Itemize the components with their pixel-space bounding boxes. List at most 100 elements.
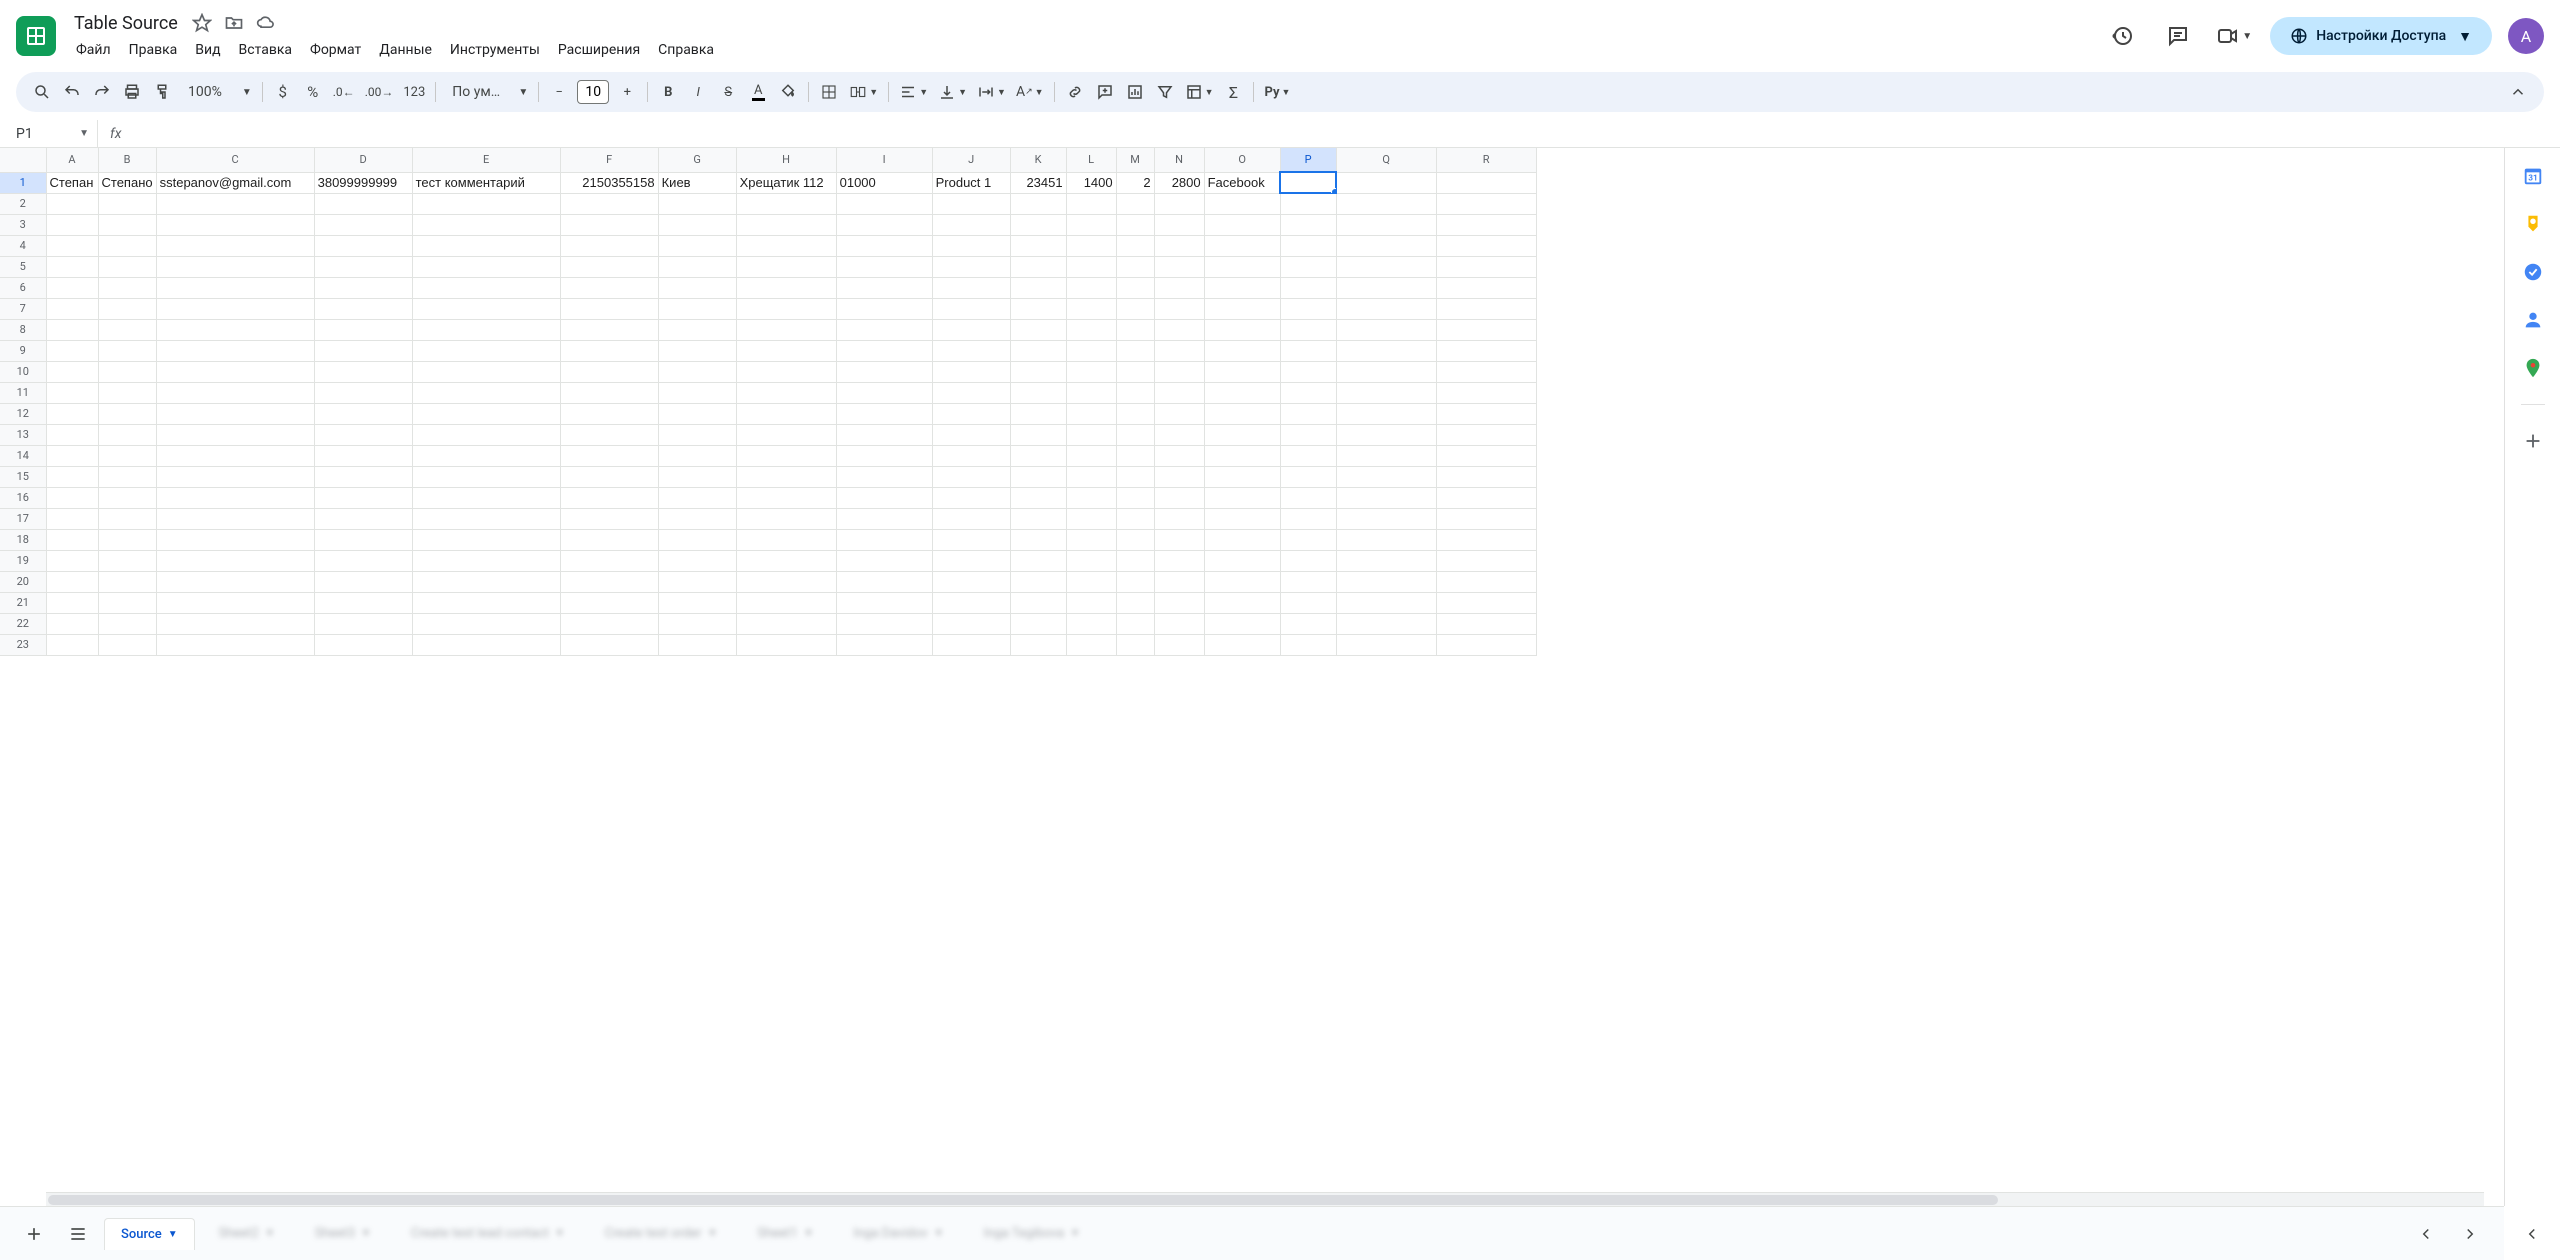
cell-F21[interactable] [560,592,658,613]
name-box[interactable]: P1 ▼ [8,120,98,147]
cell-J10[interactable] [932,361,1010,382]
cell-M5[interactable] [1116,256,1154,277]
cell-D10[interactable] [314,361,412,382]
cell-C12[interactable] [156,403,314,424]
cell-D7[interactable] [314,298,412,319]
currency-button[interactable]: $ [269,78,297,106]
col-header-R[interactable]: R [1436,148,1536,172]
cell-Q16[interactable] [1336,487,1436,508]
cell-Q18[interactable] [1336,529,1436,550]
filter-button[interactable] [1151,78,1179,106]
cell-R7[interactable] [1436,298,1536,319]
cell-P23[interactable] [1280,634,1336,655]
cell-K7[interactable] [1010,298,1066,319]
cell-O14[interactable] [1204,445,1280,466]
cell-N1[interactable]: 2800 [1154,172,1204,193]
cell-P7[interactable] [1280,298,1336,319]
cell-I20[interactable] [836,571,932,592]
sheet-tab[interactable]: Create test order▼ [589,1218,734,1249]
cell-F4[interactable] [560,235,658,256]
cell-A6[interactable] [46,277,98,298]
cell-A2[interactable] [46,193,98,214]
share-button[interactable]: Настройки Доступа ▼ [2270,17,2492,55]
cell-P8[interactable] [1280,319,1336,340]
cell-Q15[interactable] [1336,466,1436,487]
cell-L9[interactable] [1066,340,1116,361]
cell-O18[interactable] [1204,529,1280,550]
cell-I2[interactable] [836,193,932,214]
cell-K15[interactable] [1010,466,1066,487]
row-header-9[interactable]: 9 [0,340,46,361]
cell-M10[interactable] [1116,361,1154,382]
cell-F12[interactable] [560,403,658,424]
cell-B17[interactable] [98,508,156,529]
wrap-button[interactable]: ▼ [973,78,1010,106]
cell-A1[interactable]: Степан [46,172,98,193]
cell-I10[interactable] [836,361,932,382]
cell-N17[interactable] [1154,508,1204,529]
cell-R22[interactable] [1436,613,1536,634]
italic-button[interactable]: I [684,78,712,106]
cell-Q6[interactable] [1336,277,1436,298]
cell-K16[interactable] [1010,487,1066,508]
cell-A16[interactable] [46,487,98,508]
cell-L11[interactable] [1066,382,1116,403]
cell-K3[interactable] [1010,214,1066,235]
cell-Q20[interactable] [1336,571,1436,592]
cell-I17[interactable] [836,508,932,529]
cell-E1[interactable]: тест комментарий [412,172,560,193]
cell-R1[interactable] [1436,172,1536,193]
cell-G4[interactable] [658,235,736,256]
cell-M15[interactable] [1116,466,1154,487]
cell-G16[interactable] [658,487,736,508]
menu-help[interactable]: Справка [650,38,722,62]
cell-O3[interactable] [1204,214,1280,235]
cell-J23[interactable] [932,634,1010,655]
cell-N18[interactable] [1154,529,1204,550]
cell-M16[interactable] [1116,487,1154,508]
cell-A10[interactable] [46,361,98,382]
col-header-P[interactable]: P [1280,148,1336,172]
cell-G18[interactable] [658,529,736,550]
cell-N6[interactable] [1154,277,1204,298]
cell-N14[interactable] [1154,445,1204,466]
cell-O15[interactable] [1204,466,1280,487]
cell-I13[interactable] [836,424,932,445]
cell-N21[interactable] [1154,592,1204,613]
filter-views-button[interactable]: ▼ [1181,78,1218,106]
cell-E2[interactable] [412,193,560,214]
cell-C15[interactable] [156,466,314,487]
cell-I12[interactable] [836,403,932,424]
cell-I22[interactable] [836,613,932,634]
cell-R5[interactable] [1436,256,1536,277]
cell-K17[interactable] [1010,508,1066,529]
cell-C11[interactable] [156,382,314,403]
cell-F6[interactable] [560,277,658,298]
cell-J1[interactable]: Product 1 [932,172,1010,193]
insert-chart-button[interactable] [1121,78,1149,106]
cell-M3[interactable] [1116,214,1154,235]
cell-R13[interactable] [1436,424,1536,445]
cell-Q13[interactable] [1336,424,1436,445]
cell-C22[interactable] [156,613,314,634]
cell-G20[interactable] [658,571,736,592]
cell-F19[interactable] [560,550,658,571]
cell-R6[interactable] [1436,277,1536,298]
merge-button[interactable]: ▼ [845,78,882,106]
sheet-tab[interactable]: Inga Davidov▼ [837,1218,959,1249]
cell-G3[interactable] [658,214,736,235]
cell-H9[interactable] [736,340,836,361]
cell-I18[interactable] [836,529,932,550]
cell-M18[interactable] [1116,529,1154,550]
add-sheet-button[interactable] [16,1216,52,1252]
cell-H10[interactable] [736,361,836,382]
cell-P21[interactable] [1280,592,1336,613]
cell-C17[interactable] [156,508,314,529]
horizontal-scrollbar[interactable] [46,1192,2484,1206]
cell-B3[interactable] [98,214,156,235]
cell-G22[interactable] [658,613,736,634]
cell-M6[interactable] [1116,277,1154,298]
cell-A5[interactable] [46,256,98,277]
cell-F8[interactable] [560,319,658,340]
cell-P9[interactable] [1280,340,1336,361]
